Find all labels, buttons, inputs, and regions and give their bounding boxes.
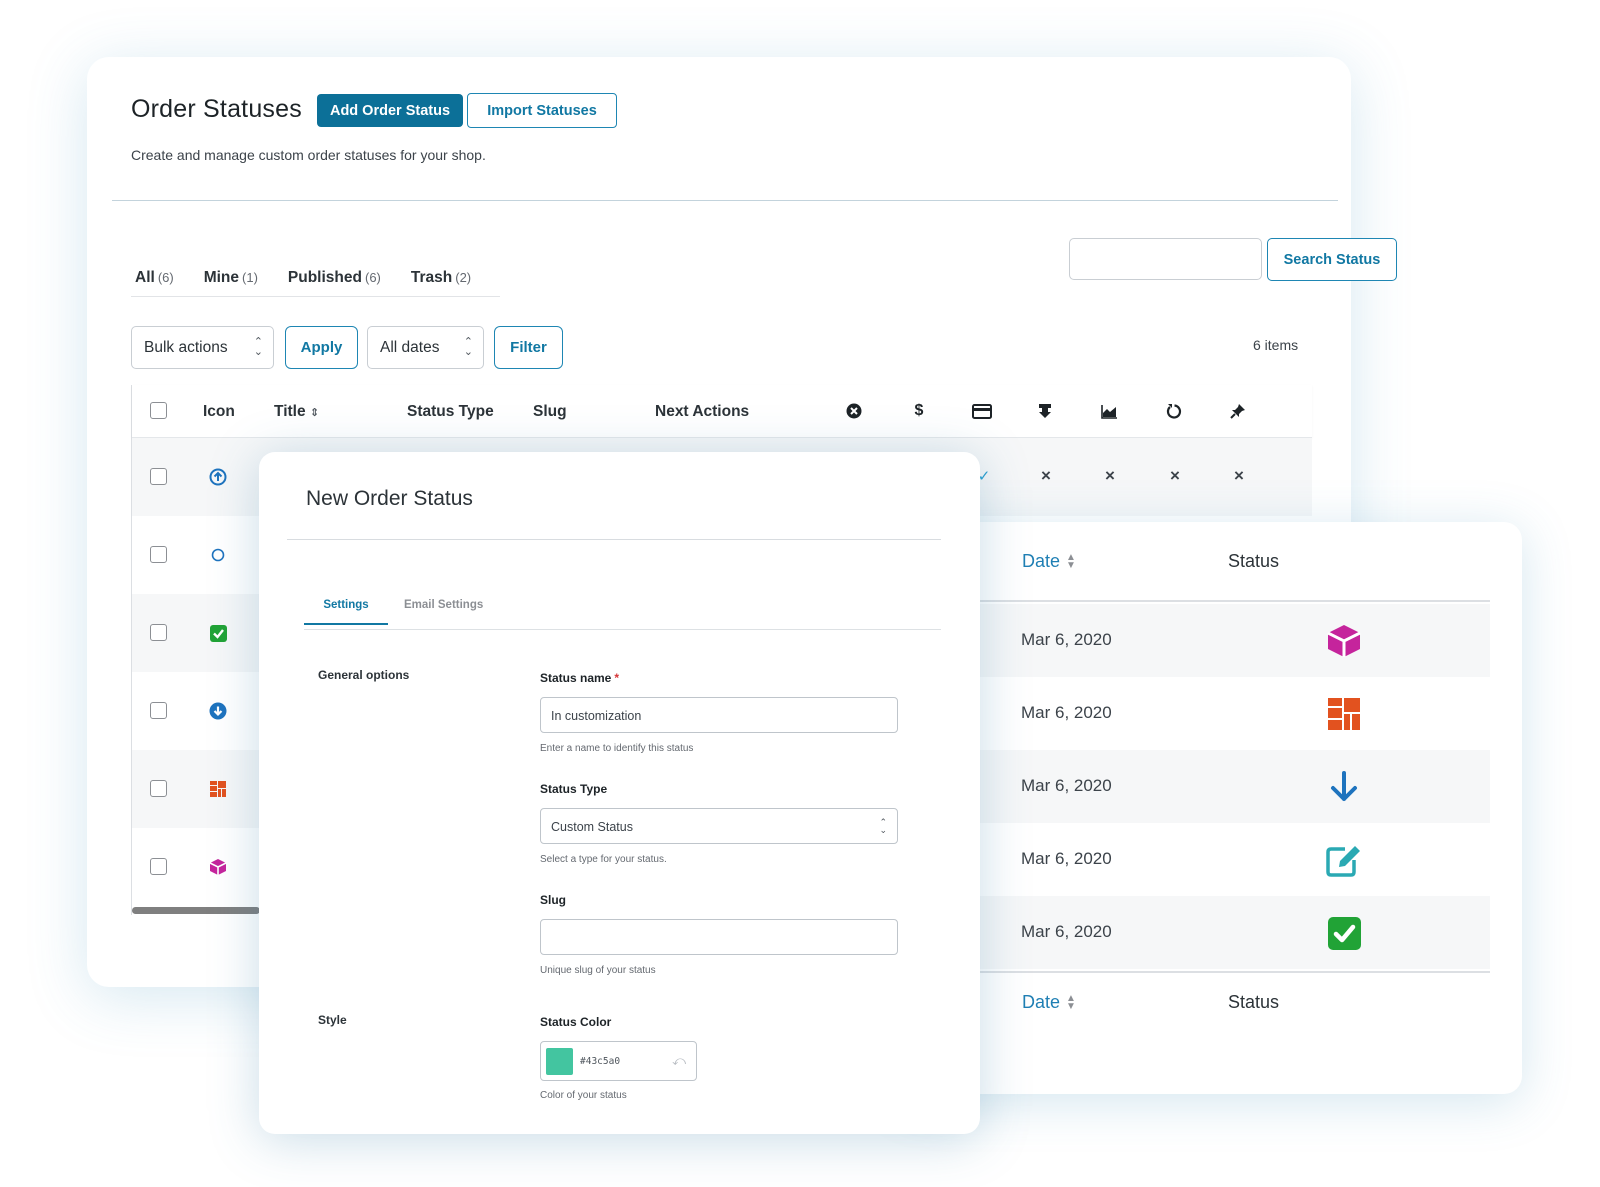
credit-card-icon [971, 400, 993, 422]
blocks-icon [1325, 695, 1363, 733]
modal-divider [287, 539, 941, 540]
slug-label: Slug [540, 893, 566, 907]
tabs-divider [304, 629, 941, 630]
view-mine[interactable]: Mine (1) [204, 269, 258, 296]
col-date[interactable]: Date ▲ ▼ [1022, 551, 1076, 572]
sort-icon: ▲ ▼ [1066, 993, 1076, 1013]
color-swatch[interactable] [546, 1048, 573, 1075]
status-type-label: Status Type [540, 782, 608, 796]
sort-icon: ▲ ▼ [1066, 552, 1076, 572]
status-views: All (6) Mine (1) Published (6) Trash (2) [131, 269, 500, 297]
status-name-label: Status name * [540, 671, 620, 685]
new-order-status-modal: New Order Status Settings Email Settings… [259, 452, 980, 1134]
modal-title: New Order Status [306, 487, 473, 510]
cube-icon [207, 856, 229, 878]
filter-button[interactable]: Filter [494, 326, 563, 369]
right-table-footer-divider [900, 971, 1490, 973]
status-name-input[interactable]: In customization [540, 697, 898, 733]
tab-email-settings[interactable]: Email Settings [404, 599, 483, 611]
page-title: Order Statuses [131, 95, 302, 123]
col-icon: Icon [203, 403, 235, 420]
chevron-updown-icon: ⌃ ⌄ [879, 817, 887, 835]
status-type-select[interactable]: Custom Status ⌃ ⌄ [540, 808, 898, 844]
chevron-updown-icon: ⌃ ⌄ [253, 336, 263, 358]
cross-icon: × [1041, 466, 1051, 485]
col-status-type: Status Type [407, 403, 494, 420]
style-label: Style [318, 1013, 347, 1027]
status-color-picker[interactable]: #43c5a0 ⤺ [540, 1041, 697, 1081]
items-count: 6 items [1253, 337, 1299, 353]
table-row: Mar 6, 2020 [900, 823, 1490, 896]
table-row: Mar 6, 2020 [900, 604, 1490, 677]
order-date: Mar 6, 2020 [1021, 849, 1112, 868]
undo-icon[interactable]: ⤺ [672, 1053, 686, 1069]
check-square-icon [1325, 914, 1363, 952]
table-row: Mar 6, 2020 [900, 750, 1490, 823]
order-date: Mar 6, 2020 [1021, 630, 1112, 649]
col-title[interactable]: Title ⇕ [274, 403, 319, 421]
blocks-icon [207, 778, 229, 800]
general-options-label: General options [318, 668, 410, 682]
order-date: Mar 6, 2020 [1021, 776, 1112, 795]
slug-input[interactable] [540, 919, 898, 955]
search-input[interactable] [1069, 238, 1262, 280]
dollar-icon: $ [914, 402, 924, 419]
row-checkbox[interactable] [150, 624, 167, 641]
cancel-circle-icon [843, 400, 865, 422]
cross-icon: × [1170, 466, 1180, 485]
cross-icon: × [1105, 466, 1115, 485]
row-checkbox[interactable] [150, 546, 167, 563]
right-table-header: Date ▲ ▼ Status [900, 522, 1490, 602]
status-color-label: Status Color [540, 1015, 612, 1029]
arrow-down-icon [1325, 768, 1363, 806]
cube-icon [1325, 622, 1363, 660]
row-checkbox[interactable] [150, 780, 167, 797]
order-date: Mar 6, 2020 [1021, 703, 1112, 722]
header-divider [112, 200, 1338, 201]
view-published[interactable]: Published (6) [288, 269, 381, 296]
page-subtitle: Create and manage custom order statuses … [131, 147, 486, 163]
dates-select[interactable]: All dates ⌃ ⌄ [367, 326, 484, 369]
color-hex-value: #43c5a0 [580, 1056, 621, 1067]
tab-settings[interactable]: Settings [304, 599, 388, 625]
arrow-up-circle-icon [207, 466, 229, 488]
col-status-footer: Status [1228, 992, 1280, 1012]
col-status: Status [1228, 551, 1280, 571]
chevron-updown-icon: ⌃ ⌄ [463, 336, 473, 358]
col-date-footer[interactable]: Date ▲ ▼ [1022, 992, 1076, 1013]
col-slug: Slug [533, 403, 567, 420]
status-type-help: Select a type for your status. [540, 854, 667, 865]
select-all-checkbox[interactable] [150, 402, 167, 419]
row-checkbox[interactable] [150, 858, 167, 875]
row-checkbox[interactable] [150, 468, 167, 485]
order-date: Mar 6, 2020 [1021, 922, 1112, 941]
view-all[interactable]: All (6) [135, 269, 174, 296]
horizontal-scrollbar[interactable] [132, 907, 260, 914]
table-row: Mar 6, 2020 [900, 896, 1490, 969]
pin-icon [1227, 400, 1249, 422]
cross-icon: × [1234, 466, 1244, 485]
check-square-icon [207, 622, 229, 644]
status-color-help: Color of your status [540, 1090, 627, 1101]
search-status-button[interactable]: Search Status [1267, 238, 1397, 281]
refresh-icon [1163, 400, 1185, 422]
table-header: Icon Title ⇕ Status Type Slug Next Actio… [132, 385, 1312, 438]
status-name-help: Enter a name to identify this status [540, 743, 694, 754]
row-checkbox[interactable] [150, 702, 167, 719]
table-row: Mar 6, 2020 [900, 677, 1490, 750]
view-trash[interactable]: Trash (2) [411, 269, 471, 296]
import-statuses-button[interactable]: Import Statuses [467, 93, 617, 128]
download-icon [1034, 400, 1056, 422]
orders-status-preview: Date ▲ ▼ Status Mar 6, 2020 Mar 6, 2020 Ma… [900, 522, 1522, 1094]
arrow-down-circle-icon [207, 700, 229, 722]
slug-help: Unique slug of your status [540, 965, 656, 976]
edit-icon [1325, 841, 1363, 879]
sort-icon: ⇕ [309, 407, 320, 419]
circle-outline-icon [207, 544, 229, 566]
bulk-actions-select[interactable]: Bulk actions ⌃ ⌄ [131, 326, 274, 369]
add-order-status-button[interactable]: Add Order Status [317, 94, 463, 127]
chart-area-icon [1098, 400, 1120, 422]
apply-button[interactable]: Apply [285, 326, 358, 369]
col-next-actions: Next Actions [655, 403, 750, 420]
